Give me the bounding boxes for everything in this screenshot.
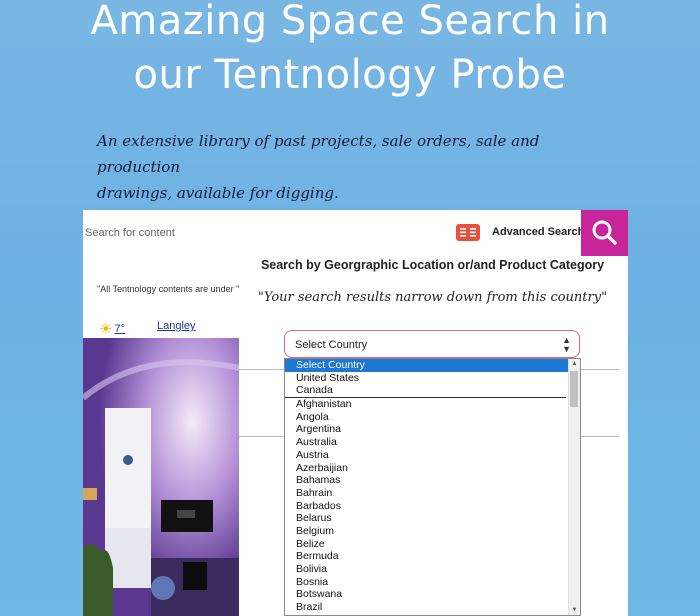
- country-option[interactable]: Australia: [285, 436, 580, 449]
- country-option[interactable]: Bahrain: [285, 487, 580, 500]
- dropdown-scrollbar[interactable]: ▲ ▼: [568, 359, 580, 615]
- search-button[interactable]: [581, 210, 628, 256]
- country-option[interactable]: Belarus: [285, 512, 580, 525]
- subtitle-line-2: drawings, available for digging.: [97, 184, 339, 202]
- country-select[interactable]: Select Country ▲ ▼: [284, 330, 580, 358]
- country-option[interactable]: Brazil: [285, 601, 580, 614]
- country-option[interactable]: Botswana: [285, 588, 580, 601]
- country-option[interactable]: Barbados: [285, 500, 580, 513]
- page-subtitle: An extensive library of past projects, s…: [97, 128, 617, 206]
- country-select-value: Select Country: [295, 339, 368, 351]
- page-title: Amazing Space Search in our Tentnology P…: [0, 0, 700, 102]
- scroll-down-icon[interactable]: ▼: [570, 605, 579, 615]
- title-line-2: our Tentnology Probe: [133, 52, 567, 98]
- country-option[interactable]: Canada: [285, 384, 566, 399]
- search-input[interactable]: [83, 210, 447, 256]
- search-bar: Advanced Search: [83, 210, 628, 256]
- page-edge: [626, 256, 628, 616]
- country-option[interactable]: Bahamas: [285, 474, 580, 487]
- country-option[interactable]: Bermuda: [285, 550, 580, 563]
- country-option[interactable]: Belize: [285, 538, 580, 551]
- scrollbar-thumb[interactable]: [570, 371, 578, 407]
- sidebar: "All Tentnology contents are under " ☀ 7°…: [83, 256, 239, 616]
- weather-widget[interactable]: ☀ 7°: [99, 320, 125, 338]
- country-option[interactable]: Azerbaijian: [285, 462, 580, 475]
- event-photo: [83, 338, 239, 616]
- country-option[interactable]: Bolivia: [285, 563, 580, 576]
- panel-quote: "Your search results narrow down from th…: [257, 290, 608, 305]
- country-option[interactable]: Select Country: [285, 359, 580, 372]
- content-notice: "All Tentnology contents are under ": [97, 284, 240, 294]
- magnifier-icon: [592, 220, 617, 245]
- country-option[interactable]: Bosnia: [285, 576, 580, 589]
- updown-arrow-icon: ▲ ▼: [562, 335, 571, 354]
- country-option[interactable]: Afghanistan: [285, 398, 580, 411]
- scroll-up-icon[interactable]: ▲: [570, 359, 579, 369]
- country-option[interactable]: Angola: [285, 411, 580, 424]
- temperature[interactable]: 7°: [114, 323, 125, 335]
- country-option[interactable]: Argentina: [285, 423, 580, 436]
- book-icon[interactable]: [456, 224, 480, 241]
- panel-heading: Search by Georgraphic Location or/and Pr…: [260, 258, 605, 272]
- subtitle-line-1: An extensive library of past projects, s…: [97, 132, 540, 176]
- country-option[interactable]: Austria: [285, 449, 580, 462]
- city-link[interactable]: Langley: [157, 320, 196, 332]
- sun-icon: ☀: [99, 321, 113, 338]
- country-option[interactable]: Belgium: [285, 525, 580, 538]
- country-dropdown-list[interactable]: Select Country United States Canada Afgh…: [284, 358, 581, 616]
- country-option[interactable]: United States: [285, 372, 580, 385]
- advanced-search-link[interactable]: Advanced Search: [492, 226, 584, 238]
- title-line-1: Amazing Space Search in: [90, 0, 610, 44]
